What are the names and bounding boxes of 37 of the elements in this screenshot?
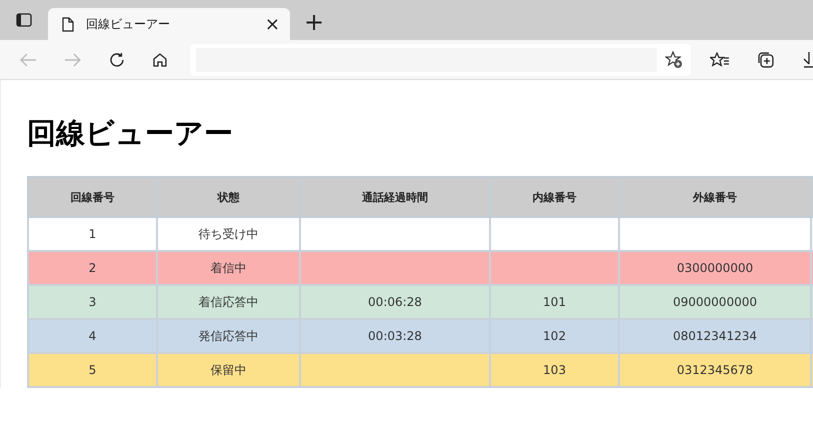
new-tab-button[interactable]: + (304, 10, 324, 34)
table-cell: 着信応答中 (198, 294, 258, 308)
page-icon (62, 16, 74, 32)
table-cell: 103 (543, 363, 566, 377)
browser-tab[interactable]: 回線ビューアー × (48, 8, 290, 40)
table-cell: 5 (88, 363, 96, 377)
column-header: 内線番号 (490, 177, 619, 217)
home-icon[interactable] (152, 52, 168, 68)
table-cell: 0312345678 (676, 363, 754, 377)
table-cell: 保留中 (210, 362, 246, 376)
table-cell: 09000000000 (673, 295, 757, 309)
column-header: 状態 (157, 177, 300, 217)
tab-actions-icon[interactable] (16, 13, 32, 27)
page-title: 回線ビューアー (27, 115, 234, 152)
reload-icon[interactable] (108, 52, 125, 68)
table-cell: 着信中 (210, 260, 246, 274)
table-cell: 4 (88, 329, 96, 343)
table-cell: 1 (88, 227, 96, 241)
table-cell: 2 (88, 261, 96, 275)
column-header: 回線番号 (28, 177, 157, 217)
column-header: 通話経過時間 (300, 177, 490, 217)
table-cell: 00:06:28 (368, 295, 422, 309)
table-cell: 00:03:28 (368, 329, 422, 343)
close-tab-button[interactable]: × (264, 14, 280, 34)
table-cell: 発信応答中 (198, 328, 258, 342)
favorites-icon[interactable] (710, 52, 730, 68)
table-cell: 101 (543, 295, 566, 309)
download-icon[interactable] (803, 50, 813, 68)
table-cell: 待ち受け中 (198, 226, 258, 240)
collections-icon[interactable] (757, 50, 776, 68)
table-cell: 08012341234 (673, 329, 757, 343)
table-cell: 0300000000 (676, 261, 754, 275)
column-header: 外線番号 (619, 177, 811, 217)
add-favorite-icon[interactable] (665, 50, 684, 68)
tab-title: 回線ビューアー (86, 16, 171, 32)
table-cell: 102 (543, 329, 566, 343)
table-cell: 3 (88, 295, 96, 309)
